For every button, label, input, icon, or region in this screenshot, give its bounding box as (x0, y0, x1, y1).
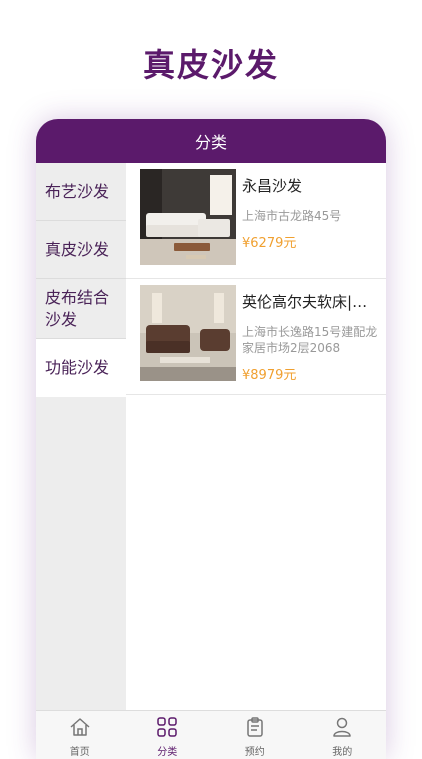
product-address: 上海市古龙路45号 (242, 209, 342, 223)
home-icon (69, 717, 91, 741)
product-name: 英伦高尔夫软床|沙… (242, 293, 382, 311)
tab-booking[interactable]: 预约 (211, 711, 299, 759)
tab-label: 首页 (69, 747, 90, 758)
product-image (140, 285, 236, 381)
nav-bar: 分类 (36, 119, 386, 163)
tab-mine[interactable]: 我的 (299, 711, 387, 759)
product-price: ¥6279元 (242, 236, 297, 251)
sidebar-item-label: 布艺沙发 (45, 181, 110, 201)
tab-label: 预约 (244, 747, 265, 758)
product-list: 永昌沙发 上海市古龙路45号 ¥6279元 英伦高尔夫软床|沙… 上海市长逸路1… (126, 163, 386, 711)
tab-label: 分类 (157, 747, 178, 758)
sidebar-item-leather-fabric-sofa[interactable]: 皮布结合沙发 (36, 279, 126, 339)
sidebar-item-label: 皮布结合沙发 (45, 287, 110, 329)
product-name: 永昌沙发 (242, 177, 303, 195)
product-card[interactable]: 英伦高尔夫软床|沙… 上海市长逸路15号建配龙家居市场2层2068 ¥8979元 (126, 279, 386, 395)
tab-category[interactable]: 分类 (124, 711, 212, 759)
product-image (140, 169, 236, 265)
product-address: 上海市长逸路15号建配龙家居市场2层2068 (242, 325, 378, 355)
product-card[interactable]: 永昌沙发 上海市古龙路45号 ¥6279元 (126, 163, 386, 279)
category-sidebar: 布艺沙发 真皮沙发 皮布结合沙发 功能沙发 (36, 163, 126, 711)
sidebar-item-label: 功能沙发 (45, 358, 110, 377)
sidebar-item-leather-sofa[interactable]: 真皮沙发 (36, 221, 126, 279)
tab-home[interactable]: 首页 (36, 711, 124, 759)
phone-frame: 分类 布艺沙发 真皮沙发 皮布结合沙发 功能沙发 永昌沙发 上海市古龙路45号 … (36, 119, 386, 759)
grid-icon (156, 717, 178, 741)
tab-label: 我的 (332, 747, 353, 758)
clipboard-icon (244, 717, 266, 741)
content-area: 布艺沙发 真皮沙发 皮布结合沙发 功能沙发 永昌沙发 上海市古龙路45号 ¥62… (36, 163, 386, 711)
sidebar-item-function-sofa[interactable]: 功能沙发 (36, 339, 126, 397)
tab-bar: 首页 分类 预约 我的 (36, 710, 386, 759)
person-icon (331, 717, 353, 741)
sidebar-item-label: 真皮沙发 (45, 239, 110, 259)
sidebar-item-fabric-sofa[interactable]: 布艺沙发 (36, 163, 126, 221)
page-headline: 真皮沙发 (142, 46, 279, 84)
product-price: ¥8979元 (242, 368, 297, 383)
nav-title: 分类 (194, 133, 227, 152)
